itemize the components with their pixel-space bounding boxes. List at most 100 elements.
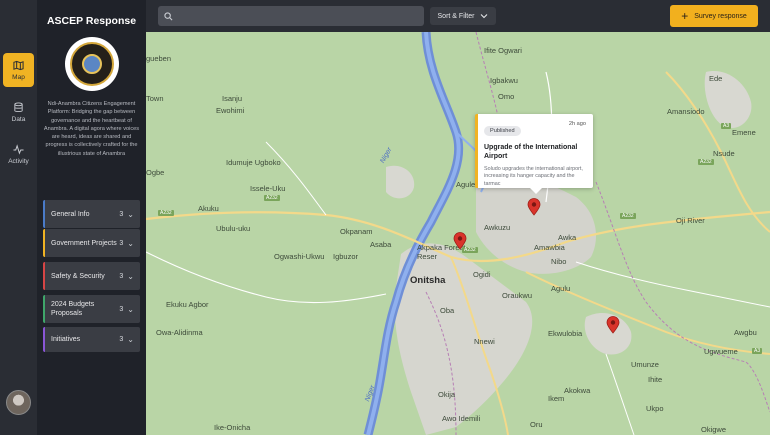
map-label: Ifite Ogwari xyxy=(484,46,522,55)
map-label: Okpanam xyxy=(340,227,373,236)
map-label: Oba xyxy=(440,306,455,315)
search-input[interactable] xyxy=(178,12,418,20)
map-label: Ukpo xyxy=(646,404,664,413)
map-marker-pin-icon[interactable] xyxy=(453,232,467,250)
map-label: Isanju xyxy=(222,94,243,103)
road-shield: A3 xyxy=(752,348,763,354)
map-marker-pin-icon[interactable] xyxy=(527,198,541,216)
map-label: Ikem xyxy=(548,394,565,403)
rail-item-activity[interactable]: Activity xyxy=(3,137,34,171)
map-label: Ogbe xyxy=(146,168,165,177)
category-count: 3 xyxy=(119,305,124,313)
category-label: 2024 Budgets Proposals xyxy=(51,301,95,317)
database-icon xyxy=(14,101,23,112)
map-label: Asaba xyxy=(370,240,392,249)
map-label-city: Onitsha xyxy=(410,275,446,286)
map-label: Nnewi xyxy=(474,337,495,346)
map-label: Ugwueme xyxy=(704,347,738,356)
map-label: Ike-Onicha xyxy=(214,423,251,432)
map-label: Akokwa xyxy=(564,386,591,395)
app-root: Map Data Activity ASCEP Response Ndi-Ana… xyxy=(0,0,770,435)
map-label: Awgbu xyxy=(734,328,757,337)
map-label: Amansiodo xyxy=(667,107,705,116)
map-label: Awka xyxy=(558,233,577,242)
category-label: Safety & Security xyxy=(51,272,105,280)
rail-item-map[interactable]: Map xyxy=(3,53,34,87)
road-shield: A3 xyxy=(721,123,732,129)
map-label: Awo Idemili xyxy=(442,414,481,423)
road-shield: A232 xyxy=(264,195,280,201)
map-label: Owa-Alidinma xyxy=(156,328,203,337)
map-label: Nsude xyxy=(713,149,735,158)
category-budget-proposals[interactable]: 2024 Budgets Proposals 3 ⌄ xyxy=(43,295,140,323)
map-label: Idumuje Ugboko xyxy=(226,158,281,167)
category-count: 3 xyxy=(119,239,124,247)
rail-label-map: Map xyxy=(12,73,25,81)
map-label: Akuku xyxy=(198,204,219,213)
survey-response-label: Survey response xyxy=(694,12,747,20)
map-label: Ogidi xyxy=(473,270,491,279)
map-label: Issele-Uku xyxy=(250,184,286,193)
road-shield: A232 xyxy=(698,159,714,165)
chevron-down-icon: ⌄ xyxy=(127,238,134,248)
map-label: Agulu xyxy=(551,284,571,293)
map-view[interactable]: gueben Ifite Ogwari Igbakwu Omo Town Isa… xyxy=(146,32,770,435)
icon-rail: Map Data Activity xyxy=(0,0,37,435)
category-count: 3 xyxy=(119,336,124,343)
chevron-down-icon: ⌄ xyxy=(127,209,134,219)
search-box[interactable] xyxy=(158,6,424,26)
app-title: ASCEP Response xyxy=(46,15,137,27)
map-label: Umunze xyxy=(631,360,659,369)
map-label: Amawbia xyxy=(534,243,565,252)
category-label: General Info xyxy=(51,210,90,218)
rail-label-data: Data xyxy=(11,115,26,123)
chevron-down-icon: ⌄ xyxy=(127,304,134,314)
map-label: Oru xyxy=(530,420,543,429)
map-label: Ihite xyxy=(648,375,663,384)
search-icon xyxy=(164,11,173,20)
project-popup-card[interactable]: Published 2h ago Upgrade of the Internat… xyxy=(475,114,593,194)
chevron-down-icon: ⌄ xyxy=(127,335,134,344)
popup-timestamp: 2h ago xyxy=(568,121,586,127)
category-count: 3 xyxy=(119,210,124,218)
chevron-down-icon xyxy=(481,14,488,19)
category-general-info[interactable]: General Info 3 ⌄ xyxy=(43,200,140,228)
map-label: Ekuku Agbor xyxy=(166,300,209,309)
chevron-down-icon: ⌄ xyxy=(127,271,134,281)
map-label: Ogwashi-Ukwu xyxy=(274,252,325,261)
map-label: Nibo xyxy=(551,257,567,266)
user-avatar[interactable] xyxy=(6,390,31,415)
sidebar-panel: ASCEP Response Ndi-Anambra Citizens Enga… xyxy=(37,0,146,435)
activity-icon xyxy=(13,143,24,155)
map-label: Oji River xyxy=(676,216,705,225)
category-count: 3 xyxy=(119,272,124,280)
category-initiatives[interactable]: Initiatives 3 ⌄ xyxy=(43,327,140,352)
map-label: Emene xyxy=(732,128,756,137)
map-icon xyxy=(13,60,24,70)
road-shield: A232 xyxy=(620,213,636,219)
map-label: gueben xyxy=(146,54,172,63)
road-shield: A232 xyxy=(158,210,174,216)
anambra-seal-logo xyxy=(65,37,119,91)
category-label: Initiatives xyxy=(51,336,81,343)
category-label: Government Projects xyxy=(51,239,117,247)
map-marker-pin-icon[interactable] xyxy=(606,316,620,334)
map-label: Oraukwu xyxy=(502,291,533,300)
map-label: Town xyxy=(146,94,164,103)
map-label: Okija xyxy=(438,390,456,399)
map-label: Omo xyxy=(498,92,515,101)
sort-filter-button[interactable]: Sort & Filter xyxy=(430,7,496,25)
map-label: Ewohimi xyxy=(216,106,245,115)
popup-description: Soludo upgrades the international airpor… xyxy=(484,166,583,187)
map-label: Ubulu-uku xyxy=(216,224,251,233)
map-label: Ede xyxy=(709,74,723,83)
survey-response-button[interactable]: + Survey response xyxy=(670,5,758,27)
map-label: Okigwe xyxy=(701,425,727,434)
rail-item-data[interactable]: Data xyxy=(3,95,34,129)
platform-description: Ndi-Anambra Citizens Engagement Platform… xyxy=(43,101,140,157)
map-label: Igbuzor xyxy=(333,252,359,261)
rail-label-activity: Activity xyxy=(8,157,29,165)
category-safety-security[interactable]: Safety & Security 3 ⌄ xyxy=(43,262,140,290)
category-government-projects[interactable]: Government Projects 3 ⌄ xyxy=(43,229,140,257)
top-bar: Sort & Filter + Survey response xyxy=(146,0,770,32)
